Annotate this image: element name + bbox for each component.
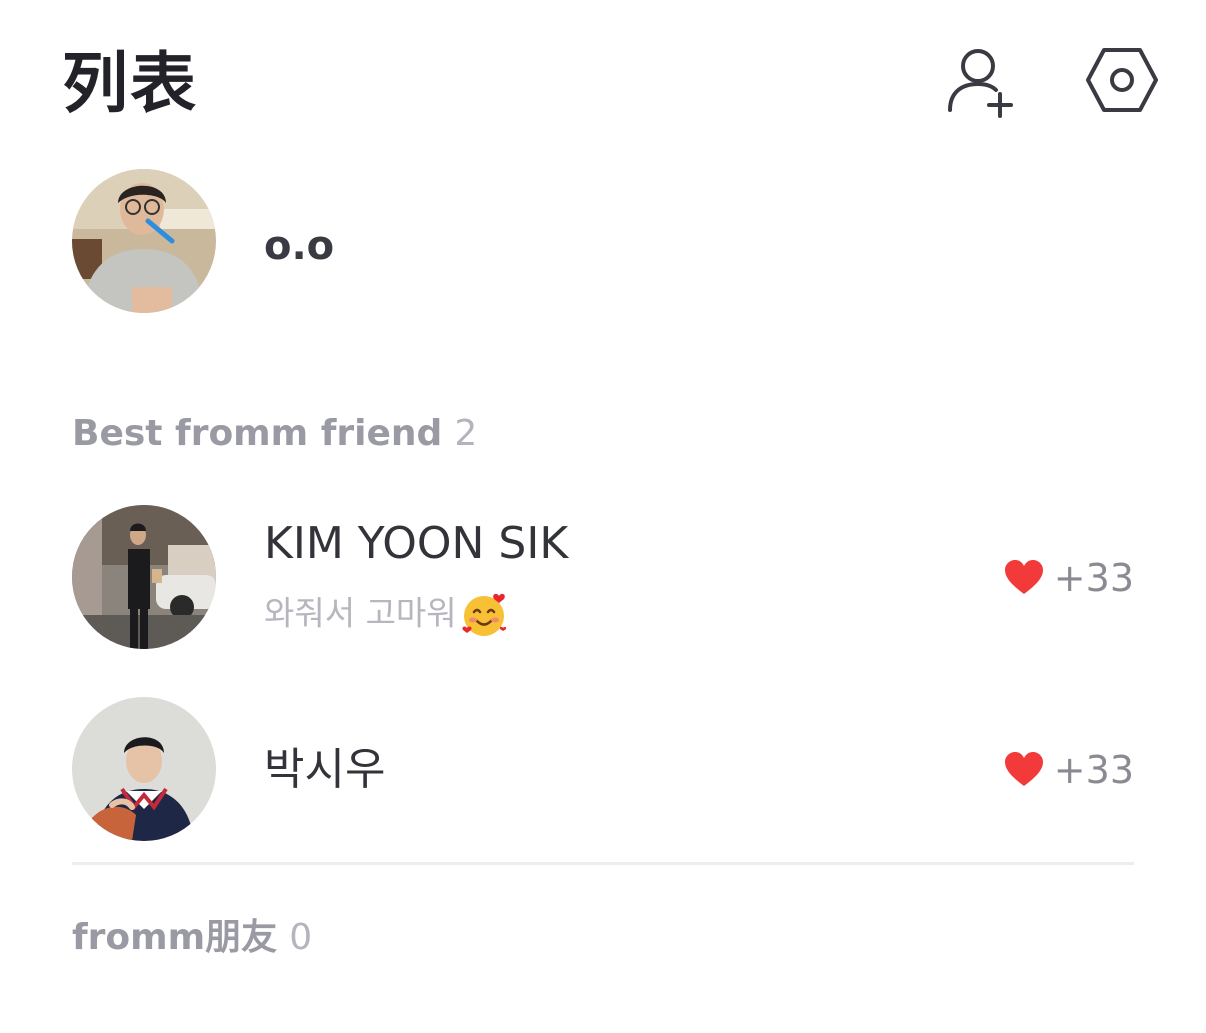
- section-count: 0: [289, 917, 313, 958]
- heart-icon: [1004, 560, 1043, 594]
- add-friend-icon[interactable]: [942, 44, 1022, 120]
- best-friends-header: Best fromm friend 2: [72, 412, 477, 456]
- friends-header: fromm朋友 0: [72, 916, 312, 960]
- section-label: fromm朋友: [72, 917, 278, 958]
- score-value: +33: [1053, 748, 1134, 792]
- settings-icon[interactable]: [1084, 44, 1160, 116]
- friend-score: +33: [1004, 556, 1134, 600]
- section-count: 2: [454, 413, 478, 454]
- friend-name: KIM YOON SIK: [264, 518, 569, 569]
- friend-status-text: 와줘서 고마워: [264, 593, 457, 633]
- score-value: +33: [1053, 556, 1134, 600]
- heart-icon: [1004, 752, 1043, 786]
- section-label: Best fromm friend: [72, 413, 443, 454]
- page-title: 列表: [62, 45, 198, 122]
- divider: [72, 862, 1134, 865]
- friend-name: 박시우: [264, 744, 386, 795]
- my-avatar[interactable]: [72, 169, 216, 313]
- friend-avatar[interactable]: [72, 697, 216, 841]
- friend-avatar[interactable]: [72, 505, 216, 649]
- my-name: o.o: [264, 223, 335, 269]
- friend-score: +33: [1004, 748, 1134, 792]
- friend-status: 와줘서 고마워: [264, 590, 509, 640]
- smiling-face-with-hearts-icon: [462, 593, 506, 636]
- friend-list-screen: 列表 o.o Best fromm friend 2 KIM YOON SIK …: [0, 0, 1206, 1033]
